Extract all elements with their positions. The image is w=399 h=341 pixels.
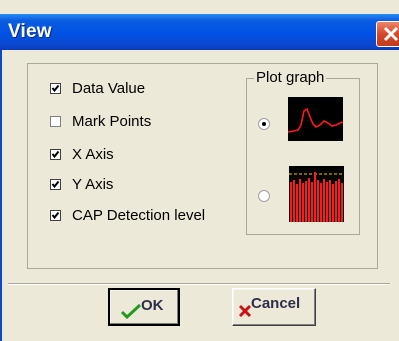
- bar-plot-radio[interactable]: [258, 190, 270, 202]
- checkmark-icon: [51, 211, 60, 220]
- close-button[interactable]: [376, 21, 399, 47]
- checkmark-icon: [51, 84, 60, 93]
- bar-plot-preview: [289, 172, 344, 222]
- line-plot-preview: [287, 107, 344, 133]
- line-plot-icon[interactable]: [287, 97, 344, 141]
- window-frame-left: [0, 50, 2, 341]
- data-value-checkbox[interactable]: [50, 83, 61, 94]
- cancel-button[interactable]: Cancel: [232, 288, 316, 326]
- ok-label: OK: [141, 297, 164, 314]
- y-axis-label: Y Axis: [72, 176, 114, 193]
- y-axis-checkbox[interactable]: [50, 179, 61, 190]
- plot-graph-legend: Plot graph: [254, 69, 327, 86]
- title-bar[interactable]: View: [0, 14, 399, 50]
- ok-button[interactable]: OK: [108, 288, 180, 326]
- mark-points-label: Mark Points: [72, 113, 152, 130]
- line-plot-radio[interactable]: [258, 118, 270, 130]
- radio-selected-dot: [262, 122, 266, 126]
- x-axis-label: X Axis: [72, 146, 114, 163]
- checkmark-icon: [51, 180, 60, 189]
- data-value-label: Data Value: [72, 80, 146, 97]
- mark-points-checkbox[interactable]: [50, 116, 61, 127]
- green-check-icon: [120, 303, 142, 319]
- bar-plot-icon[interactable]: [289, 166, 344, 222]
- checkmark-icon: [51, 150, 60, 159]
- cap-detection-level-checkbox[interactable]: [50, 210, 61, 221]
- cancel-label: Cancel: [251, 295, 301, 312]
- view-dialog: View Data Value Mark Points X Axis Y Axi…: [0, 0, 399, 341]
- button-separator: [8, 283, 390, 285]
- close-icon: [383, 26, 399, 42]
- window-title: View: [8, 21, 52, 42]
- cap-detection-level-label: CAP Detection level: [72, 207, 206, 224]
- x-axis-checkbox[interactable]: [50, 149, 61, 160]
